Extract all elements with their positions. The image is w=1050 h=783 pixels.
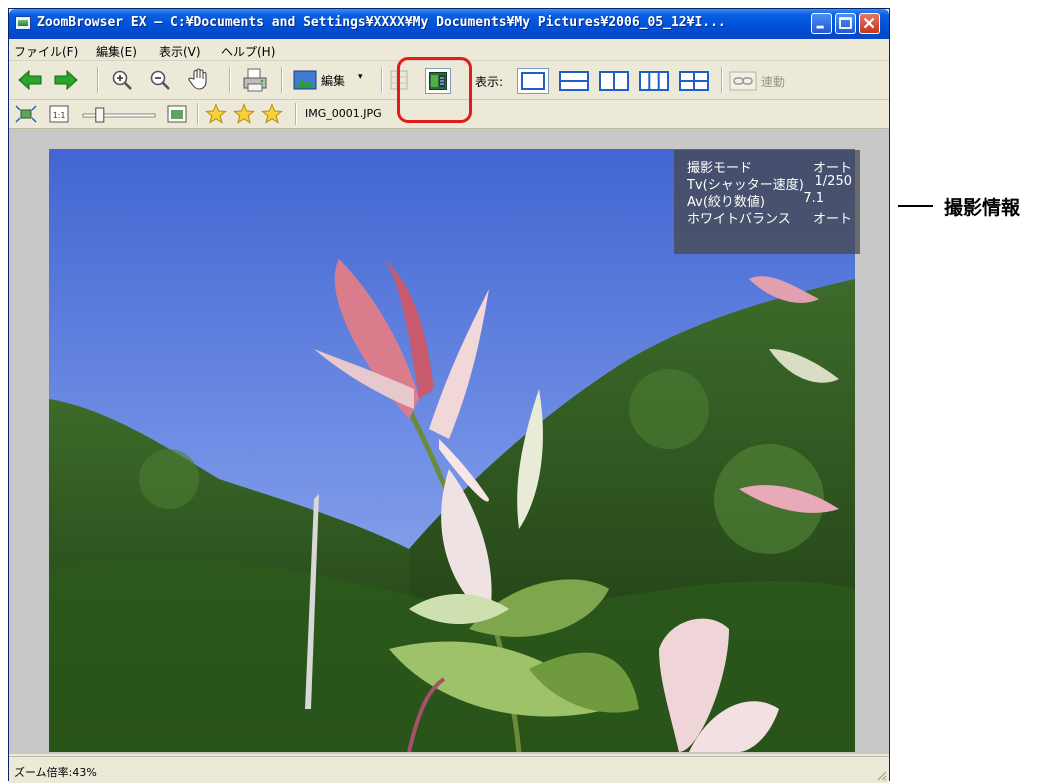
zoom-out-icon[interactable] [149,69,171,91]
toolbar-separator [721,67,723,93]
back-arrow-icon[interactable] [17,70,43,90]
info-value: 1/250 [814,174,852,189]
edit-label: 編集 [321,74,346,88]
menu-edit[interactable]: 編集(E) [96,43,137,60]
menu-help[interactable]: ヘルプ(H) [221,43,275,60]
toolbar-separator [281,67,283,93]
toolbar-separator [197,103,199,125]
link-label: 連動 [761,75,786,89]
layout-single-icon [521,72,545,90]
callout-line [898,205,933,207]
fit-to-window-icon[interactable] [15,105,37,123]
layout-horizontal-split-icon[interactable] [559,71,589,91]
zoom-in-icon[interactable] [111,69,133,91]
shooting-info-panel: 撮影モード オート Tv(シャッター速度) 1/250 Av(絞り数値) 7.1… [674,150,860,254]
actual-size-icon[interactable]: 1:1 [49,105,69,123]
star-icon[interactable] [261,103,283,125]
highlight-box [397,57,472,123]
info-label: ホワイトバランス [687,212,791,227]
forward-arrow-icon[interactable] [53,70,79,90]
star-icon[interactable] [205,103,227,125]
toolbar-separator [295,103,297,125]
zoom-slider-thumb[interactable] [95,107,105,123]
zoombrowser-window: ZoomBrowser EX – C:¥Documents and Settin… [8,8,890,783]
callout-label: 撮影情報 [944,197,1021,219]
app-icon [15,16,31,30]
toolbar-separator [97,67,99,93]
rating-stars[interactable] [205,103,295,125]
printer-icon[interactable] [241,67,269,93]
svg-text:1:1: 1:1 [53,111,66,120]
info-value: 7.1 [803,191,824,206]
layout-three-column-icon[interactable] [639,71,669,91]
toolbar-separator [381,67,383,93]
layout-single-button[interactable] [517,68,549,94]
info-value: オート [812,212,852,227]
menu-file[interactable]: ファイル(F) [14,43,78,60]
full-screen-icon[interactable] [167,105,187,123]
minimize-button[interactable] [811,13,832,34]
image-edit-icon [293,70,317,90]
resize-grip-icon[interactable] [875,769,887,781]
link-chain-icon [729,71,757,91]
edit-menu-button[interactable]: 編集 ▾ [293,69,373,93]
maximize-button[interactable] [835,13,856,34]
window-title: ZoomBrowser EX – C:¥Documents and Settin… [37,15,726,30]
star-icon[interactable] [233,103,255,125]
hand-pan-icon[interactable] [187,67,211,91]
chevron-down-icon: ▾ [358,72,363,82]
zoom-slider[interactable] [81,107,157,123]
zoom-status: ズーム倍率:43% [14,766,97,779]
layout-quad-icon[interactable] [679,71,709,91]
filename-label: IMG_0001.JPG [305,107,382,120]
toolbar-separator [229,67,231,93]
view-label: 表示: [475,75,504,89]
menu-view[interactable]: 表示(V) [159,43,201,60]
layout-vertical-split-icon[interactable] [599,71,629,91]
close-button[interactable] [859,13,880,34]
status-bar: ズーム倍率:43% [9,756,889,783]
title-bar[interactable]: ZoomBrowser EX – C:¥Documents and Settin… [9,9,889,39]
